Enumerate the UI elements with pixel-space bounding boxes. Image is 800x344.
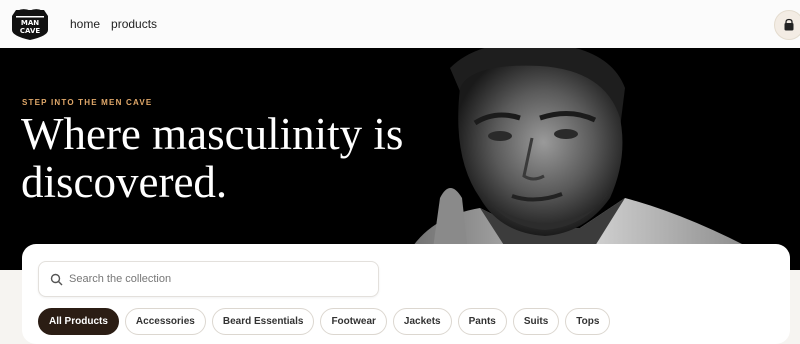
main-nav: home products [70, 17, 157, 31]
category-chip-all-products[interactable]: All Products [38, 308, 119, 335]
svg-text:CAVE: CAVE [20, 27, 40, 35]
search-box [38, 261, 379, 297]
logo-shield-icon: MAN CAVE [12, 9, 48, 40]
search-icon [50, 273, 63, 286]
nav-link-home[interactable]: home [70, 17, 100, 31]
svg-text:MAN: MAN [21, 19, 39, 27]
hero-headline: Where masculinity is discovered. [21, 109, 404, 207]
hero-banner: STEP INTO THE MEN CAVE Where masculinity… [0, 48, 800, 270]
category-filters: All Products Accessories Beard Essential… [38, 308, 611, 335]
shopping-bag-icon [784, 18, 794, 31]
collection-panel: All Products Accessories Beard Essential… [22, 244, 790, 344]
category-chip-tops[interactable]: Tops [565, 308, 611, 335]
category-chip-beard-essentials[interactable]: Beard Essentials [211, 308, 315, 335]
search-input[interactable] [69, 263, 369, 295]
man-cave-logo[interactable]: MAN CAVE [8, 6, 52, 42]
category-chip-pants[interactable]: Pants [457, 308, 507, 335]
hero-eyebrow: STEP INTO THE MEN CAVE [22, 98, 153, 107]
category-chip-footwear[interactable]: Footwear [320, 308, 387, 335]
category-chip-suits[interactable]: Suits [512, 308, 560, 335]
category-chip-jackets[interactable]: Jackets [392, 308, 452, 335]
category-chip-accessories[interactable]: Accessories [124, 308, 206, 335]
cart-button[interactable] [774, 10, 800, 40]
top-navbar: MAN CAVE home products [0, 0, 800, 48]
nav-link-products[interactable]: products [111, 17, 157, 31]
